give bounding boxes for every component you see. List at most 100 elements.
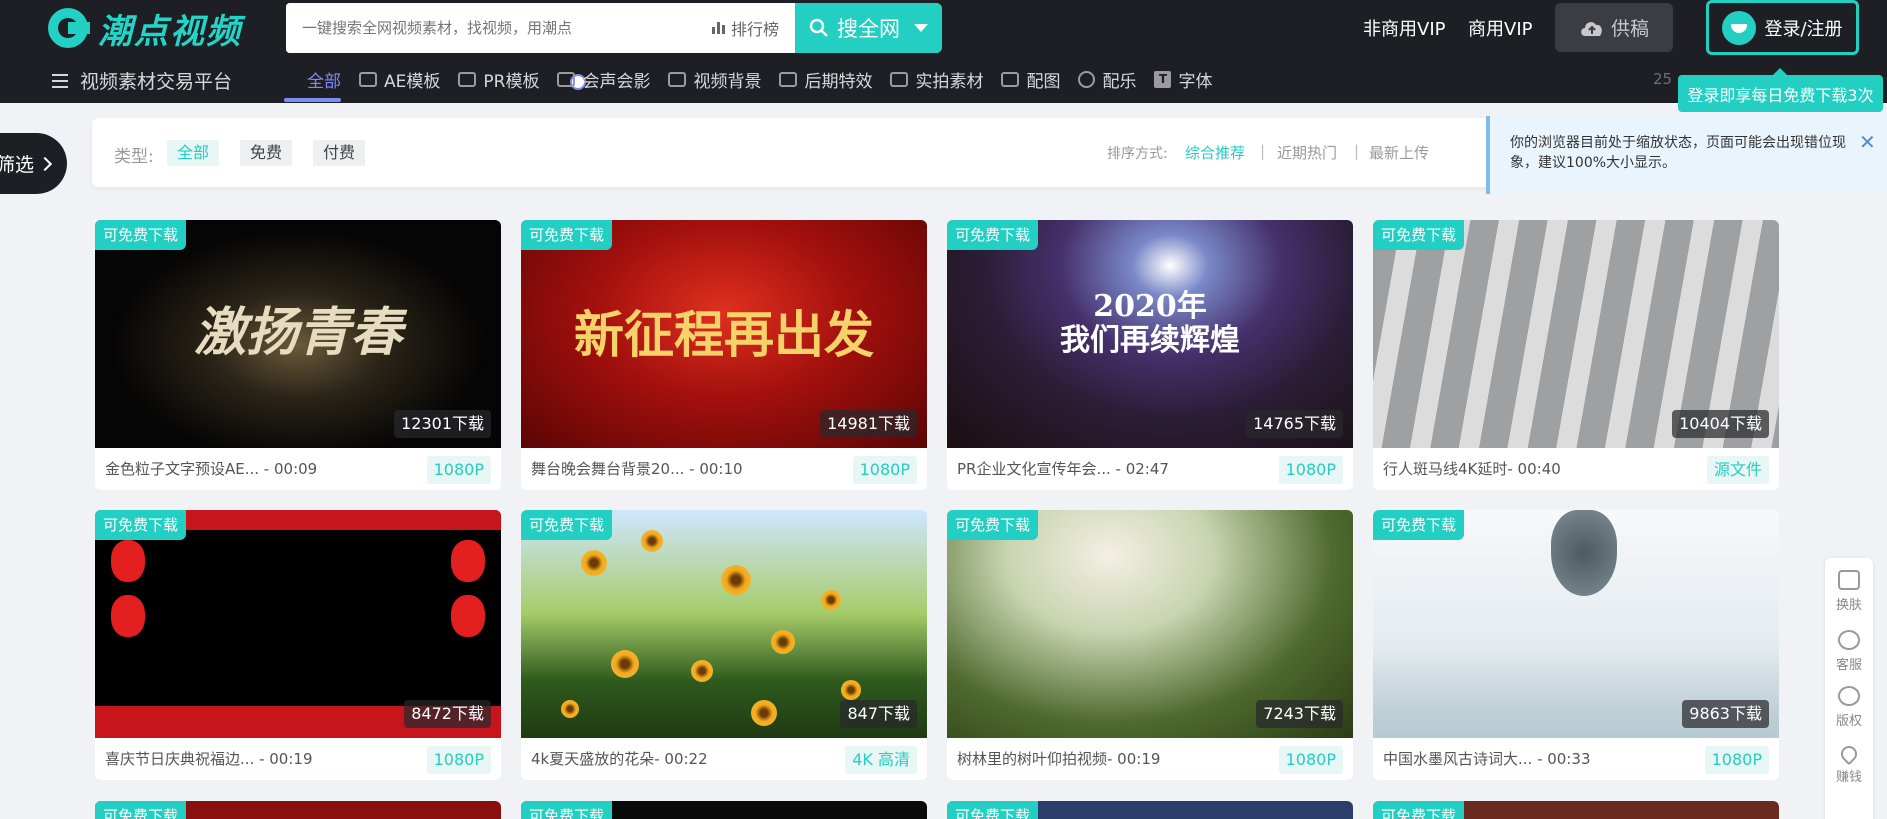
close-icon[interactable]: ✕ — [1859, 130, 1876, 154]
video-card[interactable]: 可免费下载 7243下载 树林里的树叶仰拍视频- 00:19 1080P — [947, 510, 1353, 780]
resolution-badge: 1080P — [1278, 746, 1343, 774]
tab-ae-template[interactable]: AE模板 — [359, 58, 440, 100]
headset-icon — [1838, 630, 1860, 650]
side-filter-button[interactable]: 筛选 — [0, 133, 67, 194]
thumbnail-text: 激扬青春 — [95, 290, 501, 365]
side-filter-label: 筛选 — [0, 154, 35, 176]
supply-button[interactable]: 供稿 — [1555, 3, 1673, 52]
tab-fonts[interactable]: T 字体 — [1154, 58, 1212, 100]
logo-text: 潮点视频 — [98, 11, 242, 52]
download-count: 12301下载 — [394, 410, 491, 438]
flower-blob — [641, 530, 663, 552]
sort-hot[interactable]: 近期热门 — [1277, 142, 1337, 163]
card-peek[interactable]: 可免费下载 — [947, 801, 1353, 819]
menu-icon — [52, 73, 68, 88]
platform-menu[interactable]: 视频素材交易平台 — [52, 67, 232, 94]
tab-label: 配图 — [1026, 71, 1061, 92]
video-thumbnail[interactable]: 激扬青春 可免费下载 12301下载 — [95, 220, 501, 448]
video-title[interactable]: PR企业文化宣传年会... - 02:47 — [957, 458, 1169, 479]
resolution-badge: 1080P — [426, 746, 491, 774]
video-title[interactable]: 中国水墨风古诗词大... - 00:33 — [1383, 748, 1590, 769]
toolbar-label: 版权 — [1835, 714, 1862, 729]
free-badge: 可免费下载 — [95, 510, 187, 540]
tab-label: AE模板 — [384, 71, 441, 92]
video-title[interactable]: 金色粒子文字预设AE... - 00:09 — [105, 458, 317, 479]
search-input[interactable] — [286, 3, 712, 53]
download-count: 10404下载 — [1672, 410, 1769, 438]
platform-label: 视频素材交易平台 — [80, 71, 233, 93]
sort-latest[interactable]: 最新上传 — [1369, 142, 1429, 163]
video-thumbnail[interactable]: 可免费下载 9863下载 — [1373, 510, 1779, 738]
video-card[interactable]: 2020年 我们再续辉煌 可免费下载 14765下载 PR企业文化宣传年会... … — [947, 220, 1353, 490]
earn-money-button[interactable]: 赚钱 — [1825, 742, 1873, 785]
lantern-icon — [111, 595, 145, 637]
tab-pictures[interactable]: 配图 — [1001, 58, 1060, 100]
video-card[interactable]: 可免费下载 9863下载 中国水墨风古诗词大... - 00:33 1080P — [1373, 510, 1779, 780]
video-title[interactable]: 行人斑马线4K延时- 00:40 — [1383, 458, 1561, 479]
rank-link[interactable]: 排行榜 — [711, 3, 795, 53]
sort-recommended[interactable]: 综合推荐 — [1185, 142, 1245, 163]
download-count: 7243下载 — [1256, 700, 1343, 728]
copyright-button[interactable]: 版权 — [1825, 686, 1873, 729]
video-card[interactable]: 可免费下载 847下载 4k夏天盛放的花朵- 00:22 4K 高清 — [521, 510, 927, 780]
download-count: 8472下载 — [404, 700, 491, 728]
resolution-badge: 1080P — [852, 456, 917, 484]
video-card[interactable]: 新征程再出发 可免费下载 14981下载 舞台晚会舞台背景20... - 00:… — [521, 220, 927, 490]
search-bar: 排行榜 搜全网 — [286, 3, 942, 53]
video-thumbnail[interactable]: 新征程再出发 可免费下载 14981下载 — [521, 220, 927, 448]
tab-label: 后期特效 — [804, 71, 873, 92]
free-badge: 可免费下载 — [947, 510, 1039, 540]
tab-pr-template[interactable]: PR模板 — [458, 58, 539, 100]
search-all-button[interactable]: 搜全网 — [795, 3, 942, 53]
lantern-icon — [451, 595, 485, 637]
flower-blob — [581, 550, 607, 576]
tab-label: 实拍素材 — [915, 71, 984, 92]
video-card[interactable]: 可免费下载 8472下载 喜庆节日庆典祝福边... - 00:19 1080P — [95, 510, 501, 780]
tab-music[interactable]: 配乐 — [1078, 58, 1136, 100]
bar-chart-icon — [711, 22, 725, 34]
logo[interactable]: 潮点视频 — [48, 6, 242, 52]
free-badge: 可免费下载 — [95, 801, 187, 819]
tab-all[interactable]: 全部 — [284, 58, 586, 102]
toolbar-label: 客服 — [1835, 658, 1862, 673]
tab-video-background[interactable]: 视频背景 — [668, 58, 761, 100]
flower-blob — [691, 660, 713, 682]
type-chip-paid[interactable]: 付费 — [313, 140, 366, 166]
thumbnail-text-line: 新征程再出发 — [574, 305, 874, 364]
customer-service-button[interactable]: 客服 — [1825, 630, 1873, 673]
video-card[interactable]: 激扬青春 可免费下载 12301下载 金色粒子文字预设AE... - 00:09… — [95, 220, 501, 490]
video-title[interactable]: 树林里的树叶仰拍视频- 00:19 — [957, 748, 1160, 769]
flower-blob — [841, 680, 861, 700]
video-title[interactable]: 舞台晚会舞台背景20... - 00:10 — [531, 458, 743, 479]
tab-label: 会声会影 — [582, 71, 651, 92]
shirt-icon — [1838, 570, 1860, 590]
tab-post-effects[interactable]: 后期特效 — [779, 58, 872, 100]
video-thumbnail[interactable]: 可免费下载 847下载 — [521, 510, 927, 738]
flower-blob — [821, 590, 841, 610]
skin-button[interactable]: 换肤 — [1825, 570, 1873, 613]
font-icon: T — [1154, 70, 1172, 88]
type-chip-all[interactable]: 全部 — [167, 140, 220, 166]
free-badge: 可免费下载 — [1373, 801, 1465, 819]
video-card[interactable]: 可免费下载 10404下载 行人斑马线4K延时- 00:40 源文件 — [1373, 220, 1779, 490]
filter-bar: 类型: 全部 免费 付费 排序方式: 综合推荐 | 近期热门 | 最新上传 — [92, 118, 1552, 187]
resolution-badge: 1080P — [1704, 746, 1769, 774]
video-thumbnail[interactable]: 2020年 我们再续辉煌 可免费下载 14765下载 — [947, 220, 1353, 448]
free-badge: 可免费下载 — [1373, 220, 1465, 250]
video-title[interactable]: 喜庆节日庆典祝福边... - 00:19 — [105, 748, 312, 769]
tab-video-studio[interactable]: 会声会影 — [557, 58, 650, 100]
tab-live-footage[interactable]: 实拍素材 — [890, 58, 983, 100]
card-peek[interactable]: 可免费下载 — [95, 801, 501, 819]
card-peek[interactable]: 可免费下载 — [521, 801, 927, 819]
video-title[interactable]: 4k夏天盛放的花朵- 00:22 — [531, 748, 708, 769]
commercial-vip-link[interactable]: 商用VIP — [1468, 15, 1532, 41]
video-thumbnail[interactable]: 可免费下载 7243下载 — [947, 510, 1353, 738]
video-thumbnail[interactable]: 可免费下载 8472下载 — [95, 510, 501, 738]
noncommercial-vip-link[interactable]: 非商用VIP — [1363, 15, 1445, 41]
thumbnail-text-line: 2020年 — [1093, 289, 1207, 324]
card-peek[interactable]: 可免费下载 — [1373, 801, 1779, 819]
login-register-button[interactable]: 登录/注册 — [1706, 0, 1859, 55]
type-chip-free[interactable]: 免费 — [240, 140, 293, 166]
toolbar-label: 换肤 — [1835, 598, 1862, 613]
video-thumbnail[interactable]: 可免费下载 10404下载 — [1373, 220, 1779, 448]
